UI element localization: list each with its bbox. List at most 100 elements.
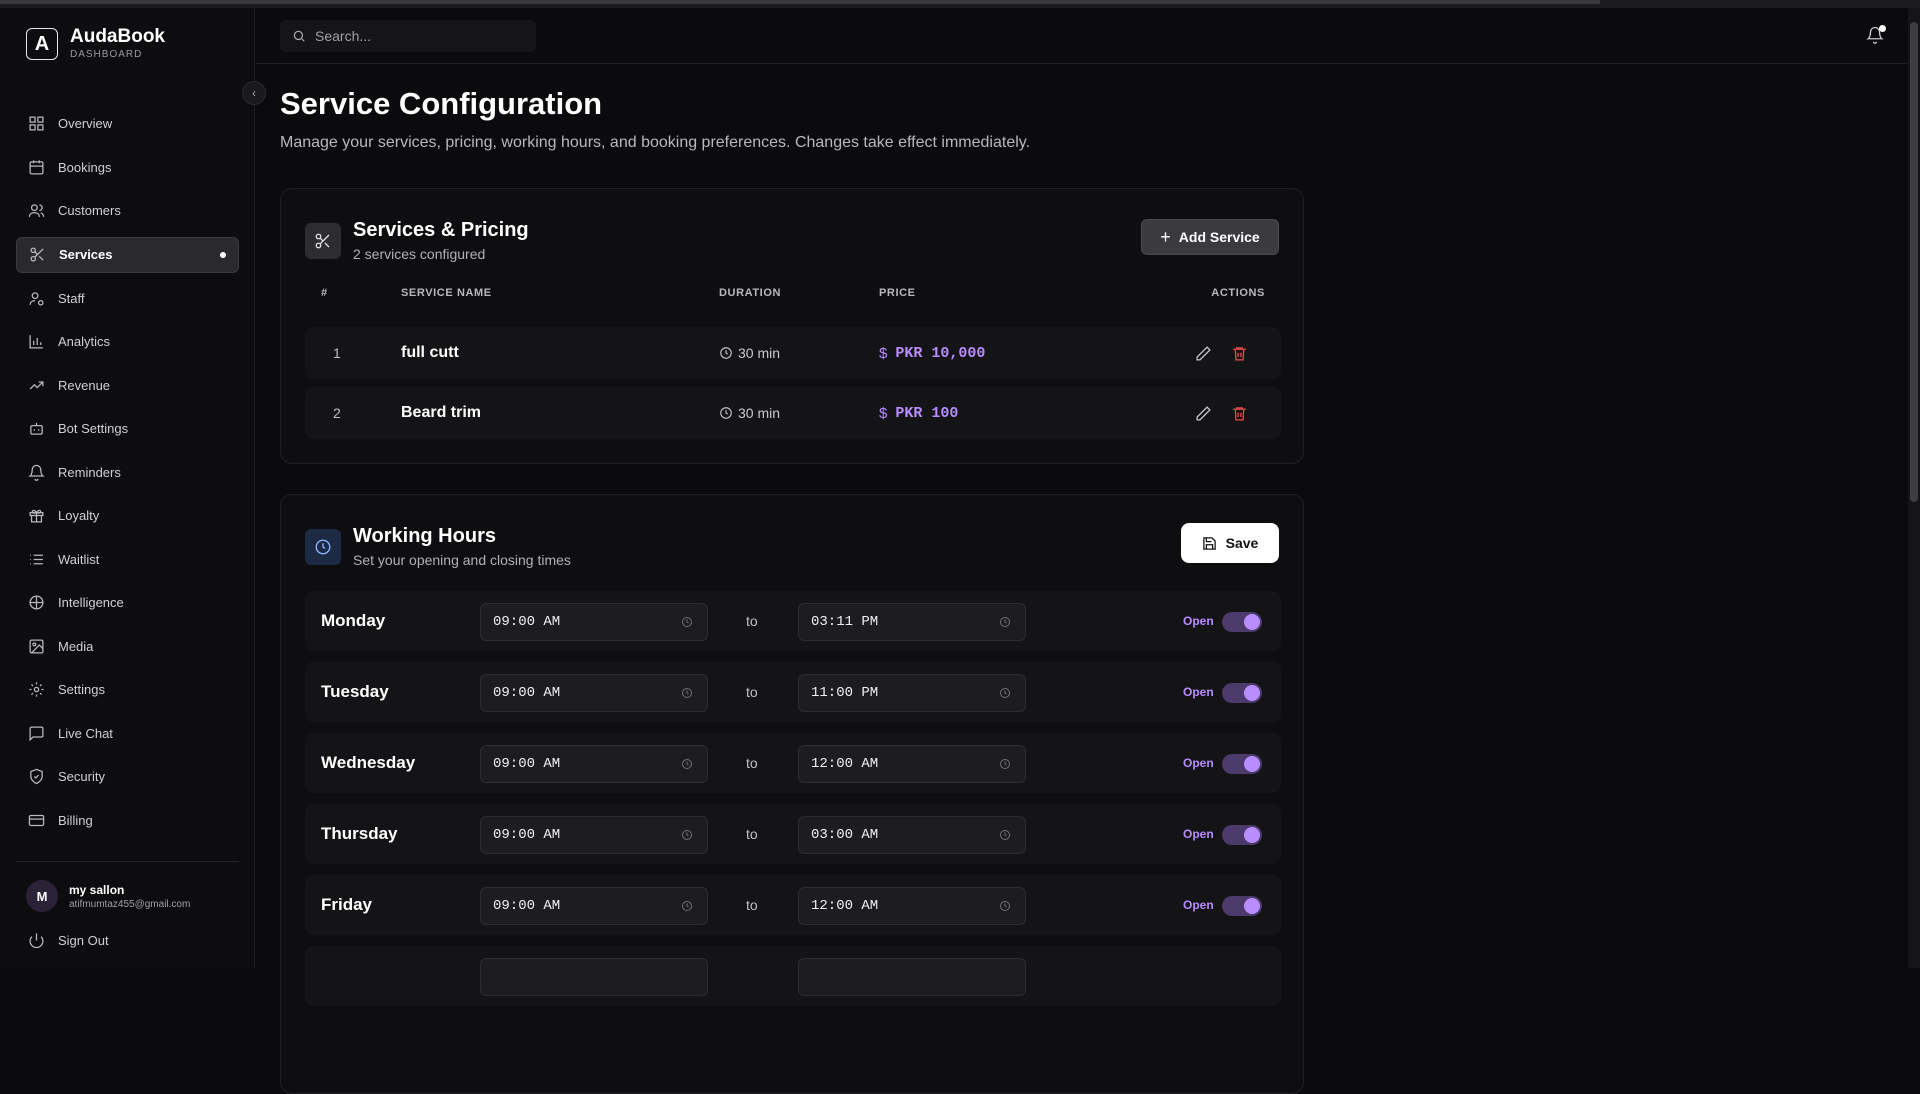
delete-button[interactable]: [1231, 327, 1248, 379]
opening-time-input[interactable]: 09:00 AM: [480, 674, 708, 712]
user-name: my sallon: [69, 882, 125, 897]
sign-out-label: Sign Out: [58, 933, 109, 948]
to-label: to: [746, 684, 758, 700]
open-toggle[interactable]: [1222, 896, 1262, 916]
card-title: Working Hours: [353, 525, 496, 547]
dollar-icon: $: [879, 404, 888, 422]
duration-text: 30 min: [738, 345, 781, 361]
pencil-icon: [1196, 405, 1211, 421]
service-duration: 30 min: [719, 387, 780, 439]
closing-time-input[interactable]: 03:11 PM: [798, 603, 1026, 641]
grid-icon: [29, 116, 44, 131]
column-header-duration: DURATION: [719, 287, 782, 299]
service-duration: 30 min: [719, 327, 780, 379]
save-button[interactable]: Save: [1181, 523, 1279, 563]
gear-icon: [29, 682, 44, 697]
opening-time-input[interactable]: 09:00 AM: [480, 887, 708, 925]
sidebar-item-label: Intelligence: [58, 595, 124, 611]
hours-row-thursday: Thursday 09:00 AM to 03:00 AM Open: [305, 804, 1281, 864]
brand[interactable]: A AudaBook DASHBOARD: [26, 26, 165, 62]
time-value: 12:00 AM: [811, 756, 879, 772]
opening-time-input[interactable]: 09:00 AM: [480, 816, 708, 854]
duration-text: 30 min: [738, 405, 781, 421]
scrollbar-thumb[interactable]: [1910, 22, 1918, 502]
edit-button[interactable]: [1195, 387, 1212, 439]
sidebar-item-label: Reminders: [58, 464, 121, 480]
sidebar-item-intelligence[interactable]: Intelligence: [16, 581, 239, 625]
clock-icon: [720, 347, 732, 359]
notifications-button[interactable]: [1866, 25, 1886, 46]
avatar: M: [26, 880, 58, 912]
scissors-icon: [30, 247, 44, 262]
opening-time-input[interactable]: 09:00 AM: [480, 745, 708, 783]
open-toggle[interactable]: [1222, 754, 1262, 774]
user-email: atifmumtaz455@gmail.com: [69, 898, 191, 910]
closing-time-input[interactable]: 12:00 AM: [798, 887, 1026, 925]
price-text: PKR 100: [895, 404, 959, 422]
sidebar-item-staff[interactable]: Staff: [16, 277, 239, 321]
toggle-knob: [1244, 756, 1260, 772]
sidebar-item-bot-settings[interactable]: Bot Settings: [16, 407, 239, 451]
sidebar-item-label: Security: [58, 769, 105, 785]
add-service-button[interactable]: + Add Service: [1141, 219, 1279, 255]
search-input[interactable]: Search...: [280, 20, 536, 52]
sidebar-item-bookings[interactable]: Bookings: [16, 146, 239, 190]
sidebar-item-label: Revenue: [58, 377, 111, 393]
day-label: Wednesday: [321, 753, 416, 772]
gift-icon: [29, 510, 44, 523]
credit-card-icon: [28, 814, 45, 826]
sidebar-item-reminders[interactable]: Reminders: [16, 451, 239, 495]
open-toggle[interactable]: [1222, 683, 1262, 703]
bar-chart-icon: [29, 335, 43, 349]
sidebar-item-analytics[interactable]: Analytics: [16, 320, 239, 364]
hours-row-monday: Monday 09:00 AM to 03:11 PM Open: [305, 591, 1281, 651]
sidebar-item-label: Bot Settings: [58, 421, 129, 437]
brand-logo-icon: A: [26, 28, 58, 60]
opening-time-input[interactable]: 09:00 AM: [480, 603, 708, 641]
clock-icon: [1000, 759, 1010, 769]
brain-icon: [29, 595, 44, 610]
opening-time-input[interactable]: [480, 958, 708, 996]
sign-out-button[interactable]: Sign Out: [28, 932, 109, 949]
sidebar-item-billing[interactable]: Billing: [16, 799, 239, 843]
page-scrollbar[interactable]: [1908, 8, 1920, 968]
calendar-icon: [29, 160, 44, 175]
sidebar-item-services[interactable]: Services: [16, 236, 239, 273]
sidebar-item-overview[interactable]: Overview: [16, 102, 239, 146]
sidebar-item-customers[interactable]: Customers: [16, 189, 239, 233]
sidebar-divider: [16, 861, 239, 862]
services-pricing-card: Services & Pricing 2 services configured…: [280, 188, 1304, 464]
clock-icon: [682, 759, 692, 769]
table-row: 1 full cutt 30 min $ PKR 10,000: [305, 327, 1281, 379]
sidebar-item-revenue[interactable]: Revenue: [16, 364, 239, 408]
sidebar-nav: Overview Bookings Customers Services Sta…: [16, 102, 239, 842]
sidebar-item-settings[interactable]: Settings: [16, 668, 239, 712]
delete-button[interactable]: [1231, 387, 1248, 439]
open-toggle[interactable]: [1222, 825, 1262, 845]
time-value: 09:00 AM: [493, 827, 561, 843]
sidebar-item-label: Bookings: [58, 159, 112, 175]
closing-time-input[interactable]: [798, 958, 1026, 996]
sidebar-item-media[interactable]: Media: [16, 625, 239, 669]
add-service-label: Add Service: [1178, 229, 1260, 245]
sidebar-item-security[interactable]: Security: [16, 755, 239, 799]
day-label: Thursday: [321, 824, 398, 843]
open-status-label: Open: [1183, 827, 1214, 841]
closing-time-input[interactable]: 03:00 AM: [798, 816, 1026, 854]
open-toggle[interactable]: [1222, 612, 1262, 632]
collapse-sidebar-button[interactable]: ‹: [242, 81, 266, 105]
user-profile[interactable]: M my sallon atifmumtaz455@gmail.com: [26, 880, 190, 912]
closing-time-input[interactable]: 11:00 PM: [798, 674, 1026, 712]
closing-time-input[interactable]: 12:00 AM: [798, 745, 1026, 783]
clock-icon: [305, 528, 341, 565]
sidebar-item-waitlist[interactable]: Waitlist: [16, 538, 239, 582]
open-status-label: Open: [1183, 898, 1214, 912]
time-value: 09:00 AM: [493, 685, 561, 701]
to-label: to: [746, 755, 758, 771]
card-subtitle: 2 services configured: [353, 246, 486, 262]
sidebar-item-live-chat[interactable]: Live Chat: [16, 712, 239, 756]
edit-button[interactable]: [1195, 327, 1212, 379]
sidebar-item-loyalty[interactable]: Loyalty: [16, 494, 239, 538]
day-label: Friday: [321, 895, 373, 914]
open-status-label: Open: [1183, 685, 1214, 699]
